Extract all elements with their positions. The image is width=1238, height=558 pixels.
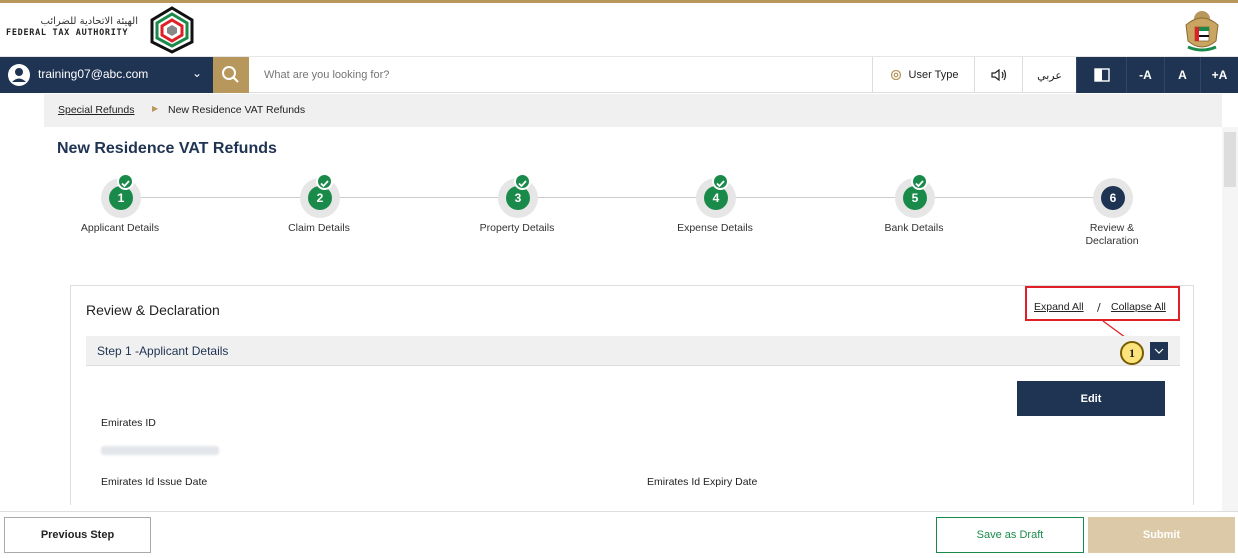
- gear-icon: [890, 69, 901, 81]
- breadcrumb-arrow-icon: ▶: [152, 104, 159, 113]
- font-normal-button[interactable]: A: [1164, 57, 1200, 93]
- arabic-label: عربي: [1037, 69, 1062, 82]
- step-4-check-icon: [712, 173, 729, 190]
- contrast-toggle-button[interactable]: [1076, 57, 1126, 93]
- chevron-down-icon[interactable]: ⌄: [192, 66, 202, 80]
- step-1-accordion-header[interactable]: Step 1 -Applicant Details: [86, 336, 1180, 366]
- font-increase-button[interactable]: +A: [1200, 57, 1238, 93]
- user-email: training07@abc.com: [38, 67, 149, 81]
- step-4-label: Expense Details: [677, 222, 753, 234]
- uae-emblem-icon: [1185, 11, 1219, 52]
- user-type-button[interactable]: User Type: [872, 57, 974, 93]
- breadcrumb-current: New Residence VAT Refunds: [168, 104, 306, 116]
- text-to-speech-button[interactable]: [974, 57, 1022, 93]
- expand-collapse-separator: /: [1097, 301, 1101, 314]
- step-6-label: Review & Declaration: [1085, 222, 1139, 247]
- step-2-label: Claim Details: [288, 222, 350, 234]
- breadcrumb-special-refunds-link[interactable]: Special Refunds: [58, 104, 134, 116]
- search-input[interactable]: [252, 57, 870, 93]
- accordion-toggle-button[interactable]: [1150, 342, 1168, 360]
- save-draft-button[interactable]: Save as Draft: [936, 517, 1084, 553]
- step-1-label: Applicant Details: [80, 222, 160, 234]
- logo-english-text: FEDERAL TAX AUTHORITY: [6, 28, 129, 38]
- step-3-label: Property Details: [479, 222, 555, 234]
- step-2-check-icon: [316, 173, 333, 190]
- step-1-check-icon: [117, 173, 134, 190]
- step-5-label: Bank Details: [884, 222, 944, 234]
- issue-date-label: Emirates Id Issue Date: [101, 476, 208, 488]
- fta-logo-text[interactable]: الهيئة الاتحادية للضرائب FEDERAL TAX AUT…: [6, 16, 146, 39]
- emirates-id-label: Emirates ID: [101, 417, 156, 429]
- arabic-language-button[interactable]: عربي: [1022, 57, 1076, 93]
- review-declaration-card: Review & Declaration Expand All / Collap…: [70, 285, 1194, 505]
- emirates-id-value-redacted: [101, 446, 219, 455]
- site-header: الهيئة الاتحادية للضرائب FEDERAL TAX AUT…: [0, 3, 1238, 57]
- review-card-title: Review & Declaration: [86, 302, 220, 318]
- page-scrollbar[interactable]: [1222, 127, 1238, 511]
- collapse-all-link[interactable]: Collapse All: [1111, 301, 1166, 313]
- logo-arabic-text: الهيئة الاتحادية للضرائب: [40, 16, 138, 27]
- user-avatar-icon: [8, 64, 30, 86]
- search-icon: [222, 66, 239, 83]
- speaker-icon: [990, 68, 1006, 82]
- step-6-number: 6: [1101, 186, 1125, 210]
- user-type-label: User Type: [908, 69, 959, 81]
- scrollbar-thumb[interactable]: [1224, 132, 1236, 187]
- stepper-line: [120, 197, 1112, 198]
- chevron-down-icon: [1154, 348, 1164, 354]
- user-menu[interactable]: training07@abc.com ⌄: [0, 57, 213, 93]
- previous-step-button[interactable]: Previous Step: [4, 517, 151, 553]
- accordion-title: Step 1 -Applicant Details: [97, 344, 229, 358]
- top-navbar: training07@abc.com ⌄ User Type عربي -A A…: [0, 57, 1238, 93]
- fta-logo-mark-icon[interactable]: [148, 6, 196, 54]
- submit-button[interactable]: Submit: [1088, 517, 1235, 553]
- breadcrumb: Special Refunds ▶ New Residence VAT Refu…: [44, 94, 1222, 127]
- font-decrease-button[interactable]: -A: [1126, 57, 1164, 93]
- expiry-date-label: Emirates Id Expiry Date: [647, 476, 758, 488]
- callout-number-badge: 1: [1120, 341, 1144, 365]
- edit-button[interactable]: Edit: [1017, 381, 1165, 416]
- step-5-check-icon: [911, 173, 928, 190]
- contrast-icon: [1093, 68, 1110, 82]
- step-3-check-icon: [514, 173, 531, 190]
- search-button[interactable]: [213, 57, 249, 93]
- expand-all-link[interactable]: Expand All: [1034, 301, 1084, 313]
- expand-collapse-highlight: Expand All / Collapse All: [1025, 286, 1180, 321]
- page-title: New Residence VAT Refunds: [57, 140, 277, 157]
- footer-actions: Previous Step Save as Draft Submit: [0, 511, 1238, 558]
